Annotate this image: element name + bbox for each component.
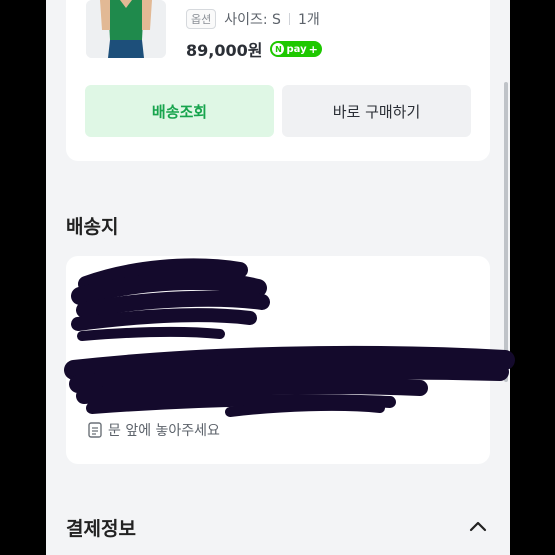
npay-plus-badge: N pay + bbox=[270, 41, 322, 57]
scrollbar[interactable] bbox=[504, 82, 508, 382]
chevron-up-icon[interactable] bbox=[466, 515, 490, 539]
track-delivery-button[interactable]: 배송조회 bbox=[85, 85, 274, 137]
order-option-row: 옵션 사이즈: S 1개 bbox=[186, 8, 320, 30]
option-divider bbox=[288, 13, 290, 25]
order-price: 89,000원 bbox=[186, 41, 263, 60]
delivery-memo: 문 앞에 놓아주세요 bbox=[88, 420, 220, 440]
product-thumbnail[interactable] bbox=[86, 0, 166, 58]
order-detail-screen: 옵션 사이즈: S 1개 89,000원 N pay + 배송조회 바로 구매하… bbox=[46, 0, 510, 555]
delivery-memo-text: 문 앞에 놓아주세요 bbox=[108, 423, 220, 439]
order-card: 옵션 사이즈: S 1개 89,000원 N pay + 배송조회 바로 구매하… bbox=[66, 0, 490, 161]
payment-section-title: 결제정보 bbox=[66, 517, 136, 540]
option-quantity: 1개 bbox=[297, 12, 320, 28]
shipping-address-card: 문 앞에 놓아주세요 bbox=[66, 256, 490, 464]
memo-icon bbox=[88, 422, 102, 438]
payment-section-header[interactable]: 결제정보 bbox=[66, 512, 490, 542]
price-row: 89,000원 N pay + bbox=[186, 38, 322, 60]
npay-n-icon: N bbox=[272, 43, 285, 55]
npay-label: pay bbox=[286, 43, 307, 55]
option-badge: 옵션 bbox=[186, 9, 217, 29]
buy-again-button[interactable]: 바로 구매하기 bbox=[282, 85, 471, 137]
shipping-section-title: 배송지 bbox=[66, 216, 119, 238]
product-image bbox=[86, 0, 166, 58]
option-size: 사이즈: S bbox=[224, 12, 281, 28]
npay-plus-icon: + bbox=[308, 42, 318, 56]
